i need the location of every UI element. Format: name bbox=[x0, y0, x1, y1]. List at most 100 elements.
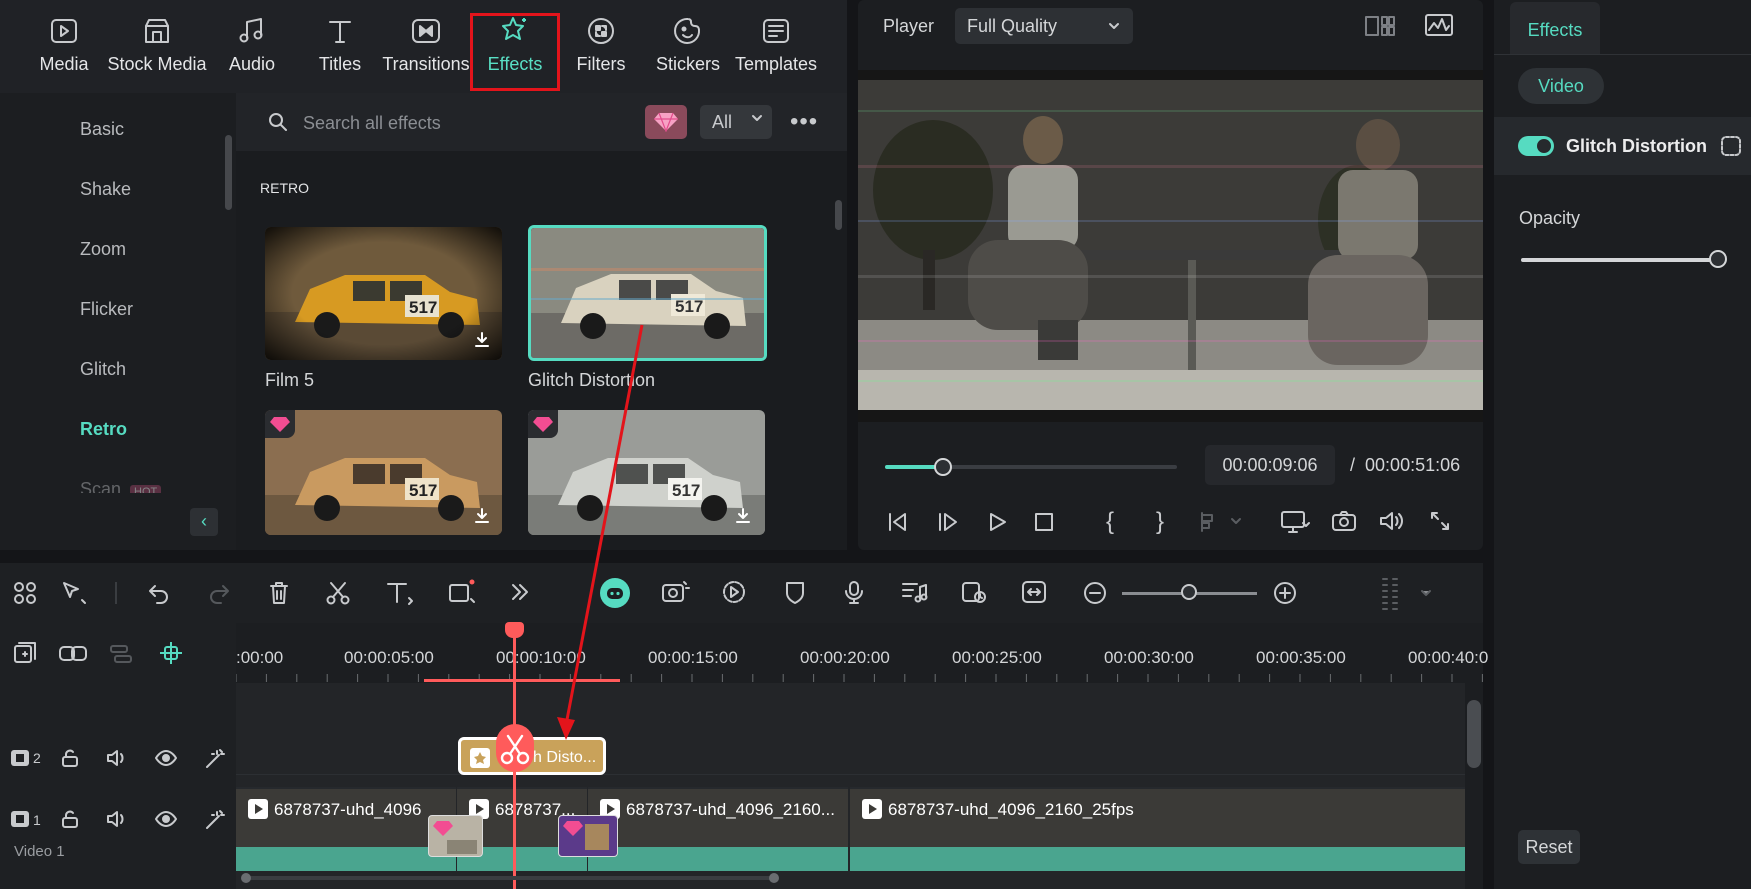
grid-view-icon[interactable] bbox=[1364, 14, 1396, 38]
category-basic[interactable]: Basic bbox=[80, 119, 124, 140]
waveform-monitor-icon[interactable] bbox=[1424, 12, 1454, 38]
mark-in-icon[interactable]: { bbox=[1106, 508, 1114, 536]
tab-stickers[interactable]: Stickers bbox=[650, 14, 726, 75]
audio-mixer-icon[interactable] bbox=[900, 579, 928, 605]
cut-icon[interactable] bbox=[325, 580, 351, 606]
search-input[interactable]: Search all effects bbox=[303, 113, 441, 134]
add-track-icon[interactable] bbox=[12, 640, 38, 666]
tab-transitions[interactable]: Transitions bbox=[380, 14, 472, 75]
snap-icon[interactable] bbox=[158, 640, 184, 666]
microphone-icon[interactable] bbox=[842, 579, 866, 605]
link-icon[interactable] bbox=[58, 642, 88, 666]
track-height-icon[interactable] bbox=[1380, 576, 1432, 612]
tab-effects-properties[interactable]: Effects bbox=[1510, 2, 1600, 54]
auto-reframe-icon[interactable] bbox=[960, 579, 988, 605]
stop-icon[interactable] bbox=[1032, 510, 1056, 534]
tab-titles[interactable]: Titles bbox=[305, 14, 375, 75]
video-clip[interactable]: 6878737-uhd_4096_2160... bbox=[588, 787, 848, 871]
download-icon[interactable] bbox=[472, 506, 492, 526]
volume-icon[interactable] bbox=[1378, 509, 1406, 533]
tab-filters[interactable]: Filters bbox=[566, 14, 636, 75]
layout-icon[interactable] bbox=[12, 580, 38, 606]
effect-thumb-film-5[interactable]: 517 bbox=[265, 227, 502, 360]
auto-enhance-icon[interactable] bbox=[204, 748, 226, 770]
split-scissors-icon[interactable] bbox=[496, 724, 534, 772]
download-icon[interactable] bbox=[733, 506, 753, 526]
timeline-horizontal-scrollbar[interactable] bbox=[240, 872, 780, 884]
filter-dropdown[interactable]: All bbox=[700, 105, 772, 139]
tab-stock-media[interactable]: Stock Media bbox=[105, 14, 209, 75]
opacity-slider-handle[interactable] bbox=[1709, 250, 1727, 268]
opacity-slider-track[interactable] bbox=[1521, 258, 1719, 262]
timeline-vertical-scrollbar[interactable] bbox=[1467, 700, 1481, 768]
play-icon[interactable] bbox=[985, 510, 1009, 534]
group-icon[interactable] bbox=[108, 642, 134, 666]
ai-assistant-icon[interactable] bbox=[600, 578, 630, 608]
delete-icon[interactable] bbox=[267, 580, 291, 606]
select-tool-icon[interactable] bbox=[60, 580, 88, 606]
eye-icon[interactable] bbox=[155, 748, 177, 768]
video-clip[interactable]: 6878737-uhd_4096_2160_25fps bbox=[850, 787, 1465, 871]
ai-video-icon[interactable] bbox=[660, 579, 690, 605]
tab-video[interactable]: Video bbox=[1518, 68, 1604, 104]
effect-thumb-glitch-distortion[interactable]: 517 bbox=[528, 225, 767, 361]
lock-icon[interactable] bbox=[60, 809, 80, 829]
speed-icon[interactable] bbox=[720, 579, 748, 605]
lock-icon[interactable] bbox=[60, 748, 80, 768]
undo-icon[interactable] bbox=[146, 581, 172, 605]
video-clip[interactable]: 6878737-uhd_4096 bbox=[236, 787, 456, 871]
premium-filter-button[interactable] bbox=[645, 105, 687, 139]
fit-icon[interactable] bbox=[1020, 579, 1048, 605]
more-tools-icon[interactable] bbox=[508, 580, 532, 604]
mute-icon[interactable] bbox=[106, 748, 128, 768]
text-tool-icon[interactable] bbox=[385, 580, 415, 606]
grid-scrollbar[interactable] bbox=[835, 200, 842, 230]
keyframe-icon[interactable] bbox=[1720, 135, 1742, 157]
mask-icon[interactable] bbox=[783, 579, 807, 605]
collapse-sidebar-button[interactable]: ‹ bbox=[190, 508, 218, 536]
category-glitch[interactable]: Glitch bbox=[80, 359, 126, 380]
playhead-handle[interactable] bbox=[505, 622, 524, 638]
category-scrollbar[interactable] bbox=[225, 135, 232, 210]
effect-thumb-retro-3[interactable]: 517 bbox=[265, 410, 502, 535]
current-time[interactable]: 00:00:09:06 bbox=[1205, 445, 1335, 485]
split-marker-icon[interactable] bbox=[1198, 510, 1242, 534]
eye-icon[interactable] bbox=[155, 809, 177, 829]
hot-badge: HOT bbox=[130, 485, 162, 493]
effect-enable-toggle[interactable] bbox=[1518, 136, 1554, 156]
tab-templates[interactable]: Templates bbox=[732, 14, 820, 75]
transition-marker[interactable] bbox=[558, 815, 618, 857]
tab-media[interactable]: Media bbox=[30, 14, 98, 75]
track-divider bbox=[236, 774, 1465, 775]
category-scan[interactable]: Scan HOT bbox=[80, 479, 162, 493]
effect-thumb-retro-4[interactable]: 517 bbox=[528, 410, 765, 535]
zoom-in-icon[interactable] bbox=[1272, 580, 1298, 606]
crop-icon[interactable] bbox=[447, 578, 477, 606]
download-icon[interactable] bbox=[472, 330, 492, 350]
display-settings-icon[interactable] bbox=[1280, 509, 1310, 535]
reset-button[interactable]: Reset bbox=[1518, 830, 1580, 864]
transition-marker[interactable] bbox=[428, 815, 483, 857]
redo-icon[interactable] bbox=[206, 581, 232, 605]
category-zoom[interactable]: Zoom bbox=[80, 239, 126, 260]
tab-audio[interactable]: Audio bbox=[220, 14, 284, 75]
auto-enhance-icon[interactable] bbox=[204, 809, 226, 831]
audio-icon bbox=[235, 14, 269, 48]
category-retro[interactable]: Retro bbox=[80, 419, 127, 440]
next-frame-icon[interactable] bbox=[935, 510, 961, 534]
zoom-out-icon[interactable] bbox=[1082, 580, 1108, 606]
category-flicker[interactable]: Flicker bbox=[80, 299, 133, 320]
more-options-icon[interactable]: ••• bbox=[790, 108, 818, 136]
mute-icon[interactable] bbox=[106, 809, 128, 829]
playback-scrubber[interactable] bbox=[934, 458, 952, 476]
timeline-zoom-handle[interactable] bbox=[1181, 584, 1197, 600]
transitions-icon bbox=[409, 14, 443, 48]
prev-frame-icon[interactable] bbox=[885, 510, 911, 534]
quality-dropdown[interactable]: Full Quality bbox=[955, 8, 1133, 44]
category-shake[interactable]: Shake bbox=[80, 179, 131, 200]
snapshot-icon[interactable] bbox=[1331, 509, 1357, 533]
mark-out-icon[interactable]: } bbox=[1156, 508, 1164, 536]
premium-gem-icon bbox=[528, 410, 558, 438]
video-preview bbox=[858, 70, 1483, 422]
fullscreen-icon[interactable] bbox=[1428, 509, 1452, 533]
